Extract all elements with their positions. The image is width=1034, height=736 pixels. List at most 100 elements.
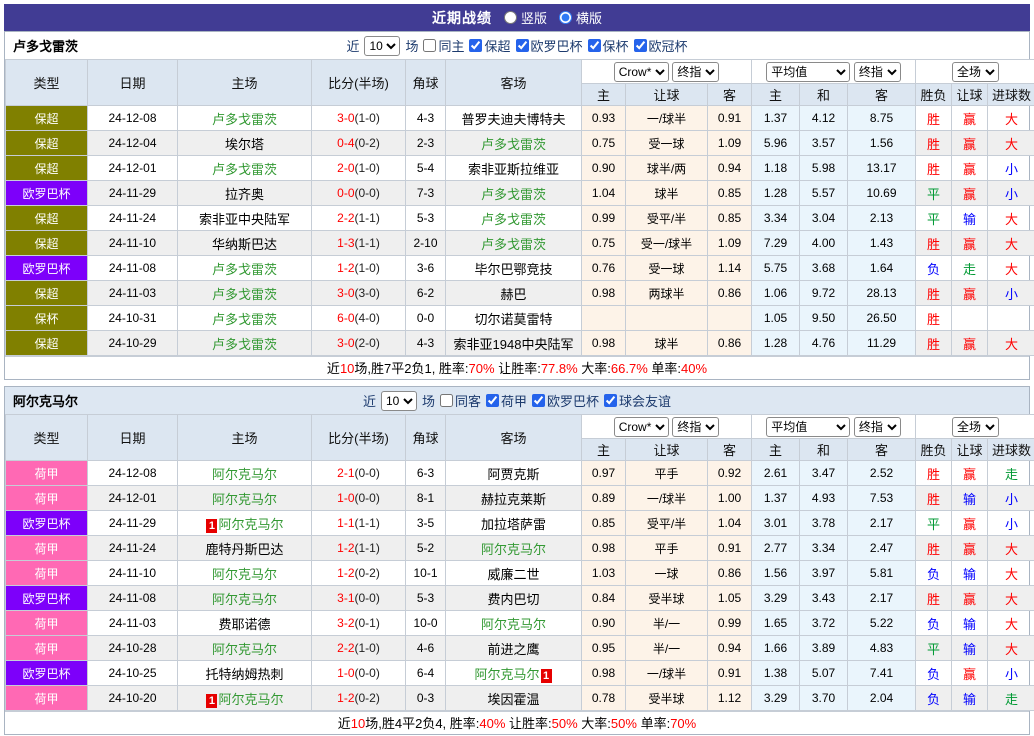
league-badge: 保超: [6, 206, 88, 231]
avg-source-select[interactable]: 平均值: [766, 417, 850, 437]
summary-text: 77.8%: [541, 361, 578, 376]
col-avg-home: 主: [752, 439, 800, 461]
avg-time-select[interactable]: 终指: [854, 417, 901, 437]
match-count-select[interactable]: 10: [364, 36, 400, 56]
odds-home-cell: 1.03: [582, 561, 626, 586]
home-team: 埃尔塔: [178, 131, 312, 156]
avg-away-cell: 28.13: [848, 281, 916, 306]
page-title: 近期战绩: [432, 8, 492, 28]
handicap-line-cell: 平手: [626, 461, 708, 486]
corner-count: 4-6: [406, 636, 446, 661]
handicap-result-cell: 输: [952, 561, 988, 586]
avg-home-cell: 1.28: [752, 331, 800, 356]
odds-home-cell: 0.98: [582, 331, 626, 356]
horizontal-radio-label: 横版: [576, 8, 602, 27]
match-score: 3-0(3-0): [312, 281, 406, 306]
col-score: 比分(半场): [312, 415, 406, 461]
odds-source-select[interactable]: Crow*: [614, 417, 669, 437]
result-cell: 胜: [916, 281, 952, 306]
odds-home-cell: 0.89: [582, 486, 626, 511]
avg-source-select[interactable]: 平均值: [766, 62, 850, 82]
avg-home-cell: 1.06: [752, 281, 800, 306]
league-checkbox[interactable]: [469, 39, 482, 52]
league-checkbox[interactable]: [604, 394, 617, 407]
scope-select[interactable]: 全场: [952, 62, 999, 82]
avg-away-cell: 5.22: [848, 611, 916, 636]
home-team: 卢多戈雷茨: [178, 156, 312, 181]
handicap-result-cell: 赢: [952, 281, 988, 306]
col-handicap-result: 让球: [952, 84, 988, 106]
summary-row: 近10场,胜7平2负1, 胜率:70% 让胜率:77.8% 大率:66.7% 单…: [5, 356, 1029, 379]
avg-time-select[interactable]: 终指: [854, 62, 901, 82]
scope-select-cell: 全场: [916, 415, 1034, 439]
match-row: 欧罗巴杯24-11-08阿尔克马尔3-1(0-0)5-3费内巴切0.84受半球1…: [6, 586, 1034, 611]
league-filter[interactable]: 保超: [469, 36, 510, 55]
match-score: 2-2(1-0): [312, 636, 406, 661]
vertical-radio-input[interactable]: [504, 11, 517, 24]
result-cell: 胜: [916, 306, 952, 331]
league-filter[interactable]: 欧冠杯: [634, 36, 688, 55]
match-count-select[interactable]: 10: [381, 391, 417, 411]
odds-away-cell: 0.91: [708, 536, 752, 561]
league-filter[interactable]: 保杯: [588, 36, 629, 55]
horizontal-layout-radio[interactable]: 横版: [559, 8, 602, 27]
league-badge: 保超: [6, 106, 88, 131]
league-filters: 荷甲欧罗巴杯球会友谊: [486, 391, 671, 410]
avg-away-cell: 26.50: [848, 306, 916, 331]
team-name: 阿尔克马尔: [13, 391, 78, 410]
match-score: 1-0(0-0): [312, 661, 406, 686]
avg-draw-cell: 3.70: [800, 686, 848, 711]
avg-draw-cell: 3.57: [800, 131, 848, 156]
goals-cell: 大: [988, 636, 1034, 661]
match-date: 24-10-20: [88, 686, 178, 711]
league-filter[interactable]: 球会友谊: [604, 391, 671, 410]
odds-time-select[interactable]: 终指: [672, 62, 719, 82]
league-filter[interactable]: 荷甲: [486, 391, 527, 410]
handicap-result-cell: 输: [952, 686, 988, 711]
league-filter[interactable]: 欧罗巴杯: [532, 391, 599, 410]
col-home: 主场: [178, 415, 312, 461]
col-corner: 角球: [406, 60, 446, 106]
league-checkbox[interactable]: [588, 39, 601, 52]
odds-home-cell: 0.76: [582, 256, 626, 281]
league-checkbox[interactable]: [634, 39, 647, 52]
odds-away-cell: 0.85: [708, 181, 752, 206]
same-venue-filter[interactable]: 同客: [440, 391, 481, 410]
handicap-result-cell: 赢: [952, 536, 988, 561]
corner-count: 0-0: [406, 306, 446, 331]
league-checkbox[interactable]: [486, 394, 499, 407]
league-checkbox[interactable]: [516, 39, 529, 52]
league-label: 荷甲: [501, 391, 527, 410]
same-venue-checkbox[interactable]: [423, 39, 436, 52]
recent-results-panel: 近期战绩 竖版 横版 卢多戈雷茨 近 10 场 同主 保超欧罗巴杯保杯欧冠杯: [4, 4, 1030, 735]
odds-select-cell: Crow* 终指: [582, 60, 752, 84]
odds-away-cell: 1.00: [708, 486, 752, 511]
horizontal-radio-input[interactable]: [559, 11, 572, 24]
handicap-line-cell: 受半球: [626, 586, 708, 611]
away-team: 切尔诺莫雷特: [446, 306, 582, 331]
team-section-az: 阿尔克马尔 近 10 场 同客 荷甲欧罗巴杯球会友谊 类: [4, 386, 1030, 735]
same-venue-filter[interactable]: 同主: [423, 36, 464, 55]
avg-home-cell: 1.37: [752, 106, 800, 131]
scope-select[interactable]: 全场: [952, 417, 999, 437]
col-away: 客场: [446, 60, 582, 106]
odds-away-cell: 0.91: [708, 661, 752, 686]
league-badge: 欧罗巴杯: [6, 586, 88, 611]
col-odds-home: 主: [582, 84, 626, 106]
vertical-layout-radio[interactable]: 竖版: [504, 8, 547, 27]
corner-count: 4-3: [406, 106, 446, 131]
odds-time-select[interactable]: 终指: [672, 417, 719, 437]
result-cell: 平: [916, 181, 952, 206]
handicap-line-cell: 球半: [626, 181, 708, 206]
league-filter[interactable]: 欧罗巴杯: [516, 36, 583, 55]
odds-source-select[interactable]: Crow*: [614, 62, 669, 82]
league-checkbox[interactable]: [532, 394, 545, 407]
match-row: 保超24-12-04埃尔塔0-4(0-2)2-3卢多戈雷茨0.75受一球1.09…: [6, 131, 1034, 156]
home-team: 阿尔克马尔: [178, 636, 312, 661]
avg-away-cell: 1.56: [848, 131, 916, 156]
match-date: 24-12-08: [88, 461, 178, 486]
handicap-result-cell: 输: [952, 206, 988, 231]
match-score: 1-2(0-2): [312, 686, 406, 711]
match-date: 24-11-10: [88, 561, 178, 586]
same-venue-checkbox[interactable]: [440, 394, 453, 407]
